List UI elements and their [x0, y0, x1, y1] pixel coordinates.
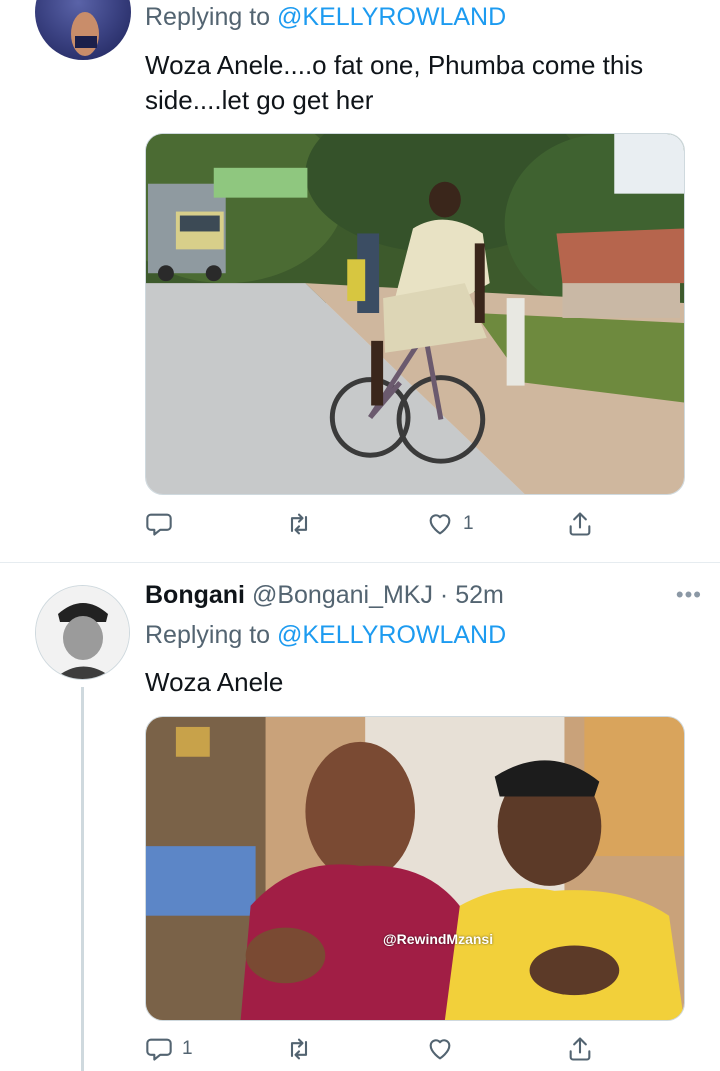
reply-icon [146, 513, 172, 536]
tweet-photo[interactable] [145, 133, 685, 495]
tweet[interactable]: Bongani @Bongani_MKJ · 52m ••• Replying … [0, 563, 720, 1071]
tweet-text: Woza Anele....o fat one, Phumba come thi… [145, 50, 644, 115]
retweet-button[interactable] [285, 1033, 322, 1065]
like-button[interactable] [426, 1033, 463, 1065]
share-icon [569, 1037, 591, 1061]
reply-button[interactable] [145, 508, 182, 540]
photo-woman-on-bicycle [146, 134, 684, 494]
retweet-button[interactable] [285, 508, 322, 540]
heart-icon [429, 1039, 451, 1060]
tweet-photo[interactable]: @RewindMzansi [145, 716, 685, 1021]
avatar[interactable] [35, 0, 131, 60]
thread-line [81, 687, 84, 1071]
like-count: 1 [463, 513, 474, 534]
reply-icon [146, 1038, 172, 1061]
reply-count: 1 [182, 1038, 193, 1059]
author-name[interactable]: Bongani [145, 581, 245, 609]
timestamp[interactable]: 52m [455, 581, 504, 609]
replying-handle-link[interactable]: @KELLYROWLAND [277, 621, 506, 649]
tweet-text: Woza Anele [145, 667, 284, 697]
share-icon [569, 512, 591, 536]
separator: · [432, 581, 456, 609]
replying-to: Replying to @KELLYROWLAND [145, 3, 506, 32]
replying-to: Replying to @KELLYROWLAND [145, 621, 506, 650]
share-button[interactable] [566, 508, 594, 540]
replying-prefix: Replying to [145, 3, 278, 31]
replying-prefix: Replying to [145, 621, 278, 649]
replying-handle-link[interactable]: @KELLYROWLAND [277, 3, 506, 31]
tweet-actions: 1 [145, 1033, 595, 1065]
heart-icon [429, 514, 451, 535]
author-handle[interactable]: @Bongani_MKJ [252, 581, 433, 609]
media-watermark: @RewindMzansi [383, 931, 494, 947]
photo-two-men-laughing [146, 717, 684, 1020]
tweet-header: Bongani @Bongani_MKJ · 52m [145, 581, 504, 610]
share-button[interactable] [566, 1033, 594, 1065]
avatar[interactable] [35, 585, 130, 680]
retweet-icon [290, 513, 308, 535]
tweet-actions: 1 [145, 508, 595, 540]
tweet[interactable]: Replying to @KELLYROWLAND Woza Anele....… [0, 0, 720, 563]
retweet-icon [290, 1038, 308, 1060]
more-options-icon[interactable]: ••• [676, 584, 702, 606]
reply-button[interactable]: 1 [145, 1033, 193, 1065]
like-button[interactable]: 1 [426, 508, 474, 540]
